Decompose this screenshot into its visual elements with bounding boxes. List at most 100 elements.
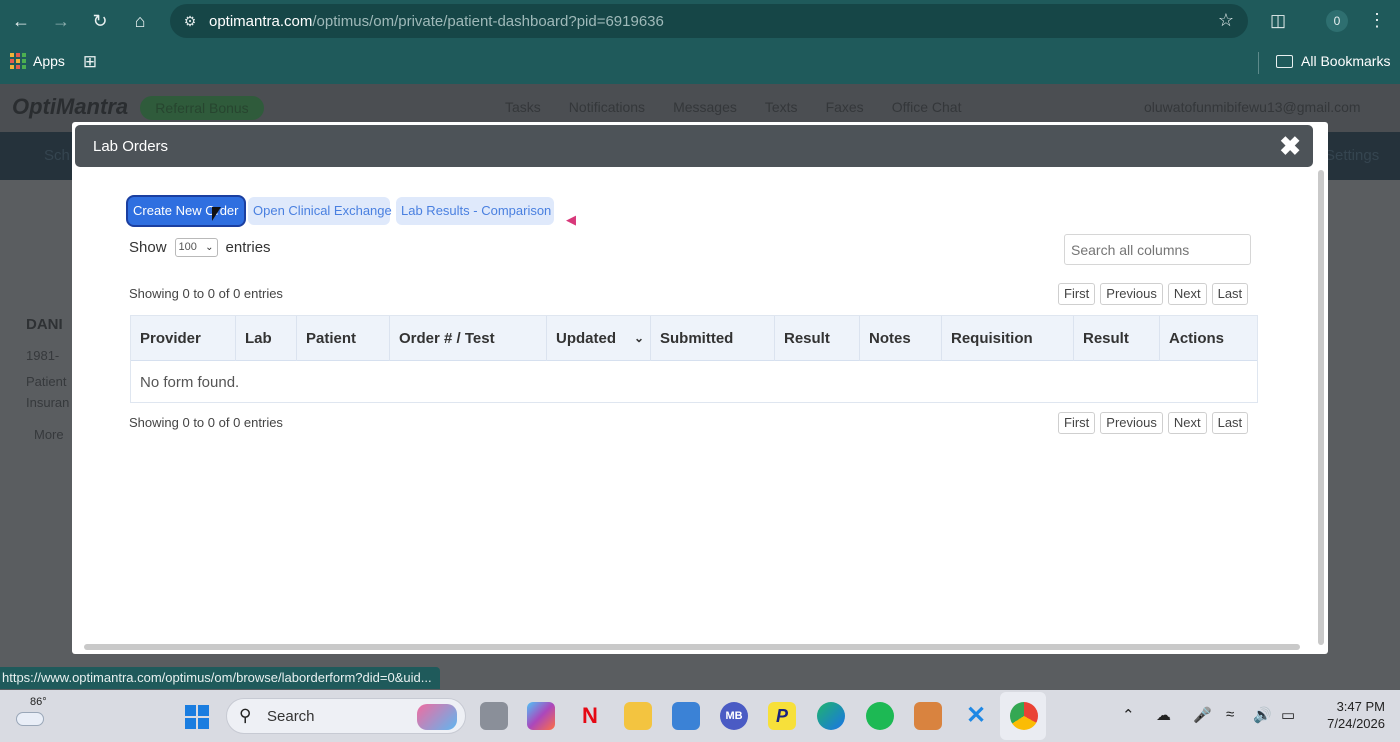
subbar-left-label: Sch: [44, 147, 70, 164]
netflix-icon[interactable]: N: [576, 702, 604, 730]
user-email: oluwatofunmibifewu13@gmail.com: [1144, 99, 1361, 115]
pinned-app-p-icon[interactable]: P: [768, 702, 796, 730]
table-info-bottom: Showing 0 to 0 of 0 entries: [129, 415, 283, 430]
weather-widget[interactable]: 86°: [16, 696, 47, 730]
show-hidden-icons-chevron-icon[interactable]: ⌃: [1122, 706, 1135, 724]
patient-line: Patient: [26, 374, 67, 389]
previous-page-button[interactable]: Previous: [1100, 412, 1163, 434]
last-page-button[interactable]: Last: [1211, 412, 1249, 434]
m365-icon[interactable]: [527, 702, 555, 730]
task-view-icon[interactable]: [480, 702, 508, 730]
reload-icon[interactable]: ↻: [88, 9, 112, 33]
show-label: Show: [129, 239, 167, 256]
open-clinical-exchange-button[interactable]: Open Clinical Exchange: [248, 197, 392, 225]
edge-browser-icon[interactable]: [817, 702, 845, 730]
nav-office-chat: Office Chat: [891, 99, 962, 115]
bookmark-star-icon[interactable]: ☆: [1218, 10, 1234, 31]
microsoft-store-icon[interactable]: [672, 702, 700, 730]
search-all-columns-input[interactable]: [1064, 234, 1251, 265]
pagination-bottom: First Previous Next Last: [1058, 412, 1249, 434]
patient-line: Insuran: [26, 395, 70, 410]
column-order-test[interactable]: Order # / Test: [390, 316, 547, 361]
sort-descending-icon: ⌄: [633, 331, 644, 345]
apps-label: Apps: [33, 53, 65, 69]
wifi-icon[interactable]: ≈: [1226, 706, 1234, 723]
patient-line: More: [34, 427, 64, 442]
site-settings-icon[interactable]: ⚙: [180, 11, 200, 31]
bookmarks-bar: Apps ⊞ All Bookmarks: [0, 42, 1400, 84]
volume-icon[interactable]: 🔊: [1253, 706, 1272, 724]
taskbar-search-label: Search: [267, 708, 315, 725]
onedrive-cloud-icon[interactable]: ☁: [1156, 706, 1171, 724]
modal-header: Lab Orders ✖: [75, 125, 1313, 167]
page-length-control: Show 100 ⌄ entries: [129, 238, 271, 257]
address-bar[interactable]: ⚙ optimantra.com/optimus/om/private/pati…: [170, 4, 1248, 38]
last-page-button[interactable]: Last: [1211, 283, 1249, 305]
forward-arrow-icon[interactable]: →: [49, 9, 73, 33]
column-result-2[interactable]: Result: [1074, 316, 1160, 361]
windows-start-icon[interactable]: [185, 705, 209, 729]
nav-faxes: Faxes: [825, 99, 864, 115]
column-submitted[interactable]: Submitted: [651, 316, 775, 361]
entries-label: entries: [225, 239, 271, 256]
temperature: 86°: [30, 696, 47, 708]
nav-notifications: Notifications: [568, 99, 646, 115]
browser-chrome: ← → ↻ ⌂ ⚙ optimantra.com/optimus/om/priv…: [0, 0, 1400, 84]
microphone-icon[interactable]: 🎤: [1193, 706, 1212, 724]
nav-messages: Messages: [673, 99, 737, 115]
create-new-order-button[interactable]: Create New Order: [128, 197, 244, 225]
all-bookmarks[interactable]: All Bookmarks: [1276, 53, 1390, 69]
page-length-value: 100: [178, 241, 197, 253]
browser-toolbar: ← → ↻ ⌂ ⚙ optimantra.com/optimus/om/priv…: [0, 0, 1400, 42]
patient-name-partial: DANI: [26, 316, 63, 333]
kebab-menu-icon[interactable]: ⋮: [1368, 8, 1386, 32]
close-icon[interactable]: ✖: [1279, 132, 1301, 160]
profile-avatar[interactable]: 0: [1326, 10, 1348, 32]
modal-horizontal-scrollbar[interactable]: [84, 644, 1300, 650]
apps-bookmark[interactable]: Apps: [10, 53, 65, 69]
search-icon: ⚲: [239, 706, 252, 725]
previous-page-button[interactable]: Previous: [1100, 283, 1163, 305]
mb-app-icon[interactable]: MB: [720, 702, 748, 730]
link-preview-status: https://www.optimantra.com/optimus/om/br…: [0, 667, 440, 689]
next-page-button[interactable]: Next: [1167, 412, 1207, 434]
all-bookmarks-label: All Bookmarks: [1301, 53, 1391, 69]
modal-title: Lab Orders: [93, 138, 169, 155]
column-requisition[interactable]: Requisition: [942, 316, 1074, 361]
taskbar-search[interactable]: ⚲ Search: [226, 698, 466, 734]
table-info-top: Showing 0 to 0 of 0 entries: [129, 286, 283, 301]
x-app-icon[interactable]: ✕: [962, 702, 990, 730]
lab-orders-modal: Lab Orders ✖ Create New Order Open Clini…: [72, 122, 1328, 654]
spotify-icon[interactable]: [866, 702, 894, 730]
next-page-button[interactable]: Next: [1167, 283, 1207, 305]
first-page-button[interactable]: First: [1058, 412, 1096, 434]
tab-groups-icon[interactable]: ⊞: [80, 52, 100, 72]
column-lab[interactable]: Lab: [236, 316, 297, 361]
column-result[interactable]: Result: [775, 316, 860, 361]
clock-date: 7/24/2026: [1327, 716, 1385, 731]
file-explorer-icon[interactable]: [624, 702, 652, 730]
app-logo: OptiMantra: [12, 94, 129, 119]
column-actions: Actions: [1169, 330, 1225, 347]
game-app-icon[interactable]: [914, 702, 942, 730]
apps-grid-icon: [10, 53, 26, 69]
page-length-select[interactable]: 100 ⌄: [174, 238, 218, 257]
lab-results-comparison-button[interactable]: Lab Results - Comparison: [396, 197, 554, 225]
home-icon[interactable]: ⌂: [128, 9, 152, 33]
url-text[interactable]: optimantra.com/optimus/om/private/patien…: [209, 13, 664, 30]
column-updated-label: Updated: [556, 330, 616, 347]
column-updated[interactable]: Updated ⌄: [547, 316, 651, 361]
modal-vertical-scrollbar[interactable]: [1318, 170, 1324, 645]
column-patient[interactable]: Patient: [297, 316, 390, 361]
column-provider[interactable]: Provider: [131, 316, 236, 361]
empty-table-message: No form found.: [140, 374, 240, 391]
column-notes[interactable]: Notes: [860, 316, 942, 361]
battery-icon[interactable]: ▭: [1281, 706, 1295, 724]
system-clock[interactable]: 3:47 PM 7/24/2026: [1317, 698, 1385, 732]
megaphone-icon[interactable]: ◀: [566, 212, 576, 228]
first-page-button[interactable]: First: [1058, 283, 1096, 305]
back-arrow-icon[interactable]: ←: [9, 9, 33, 33]
windows-taskbar: 86° ⚲ Search N MB P ✕ ⌃ ☁ 🎤 ≈ 🔊 ▭ 3:47 P…: [0, 690, 1400, 742]
chrome-browser-icon[interactable]: [1010, 702, 1038, 730]
extensions-icon[interactable]: ◫: [1266, 9, 1290, 33]
